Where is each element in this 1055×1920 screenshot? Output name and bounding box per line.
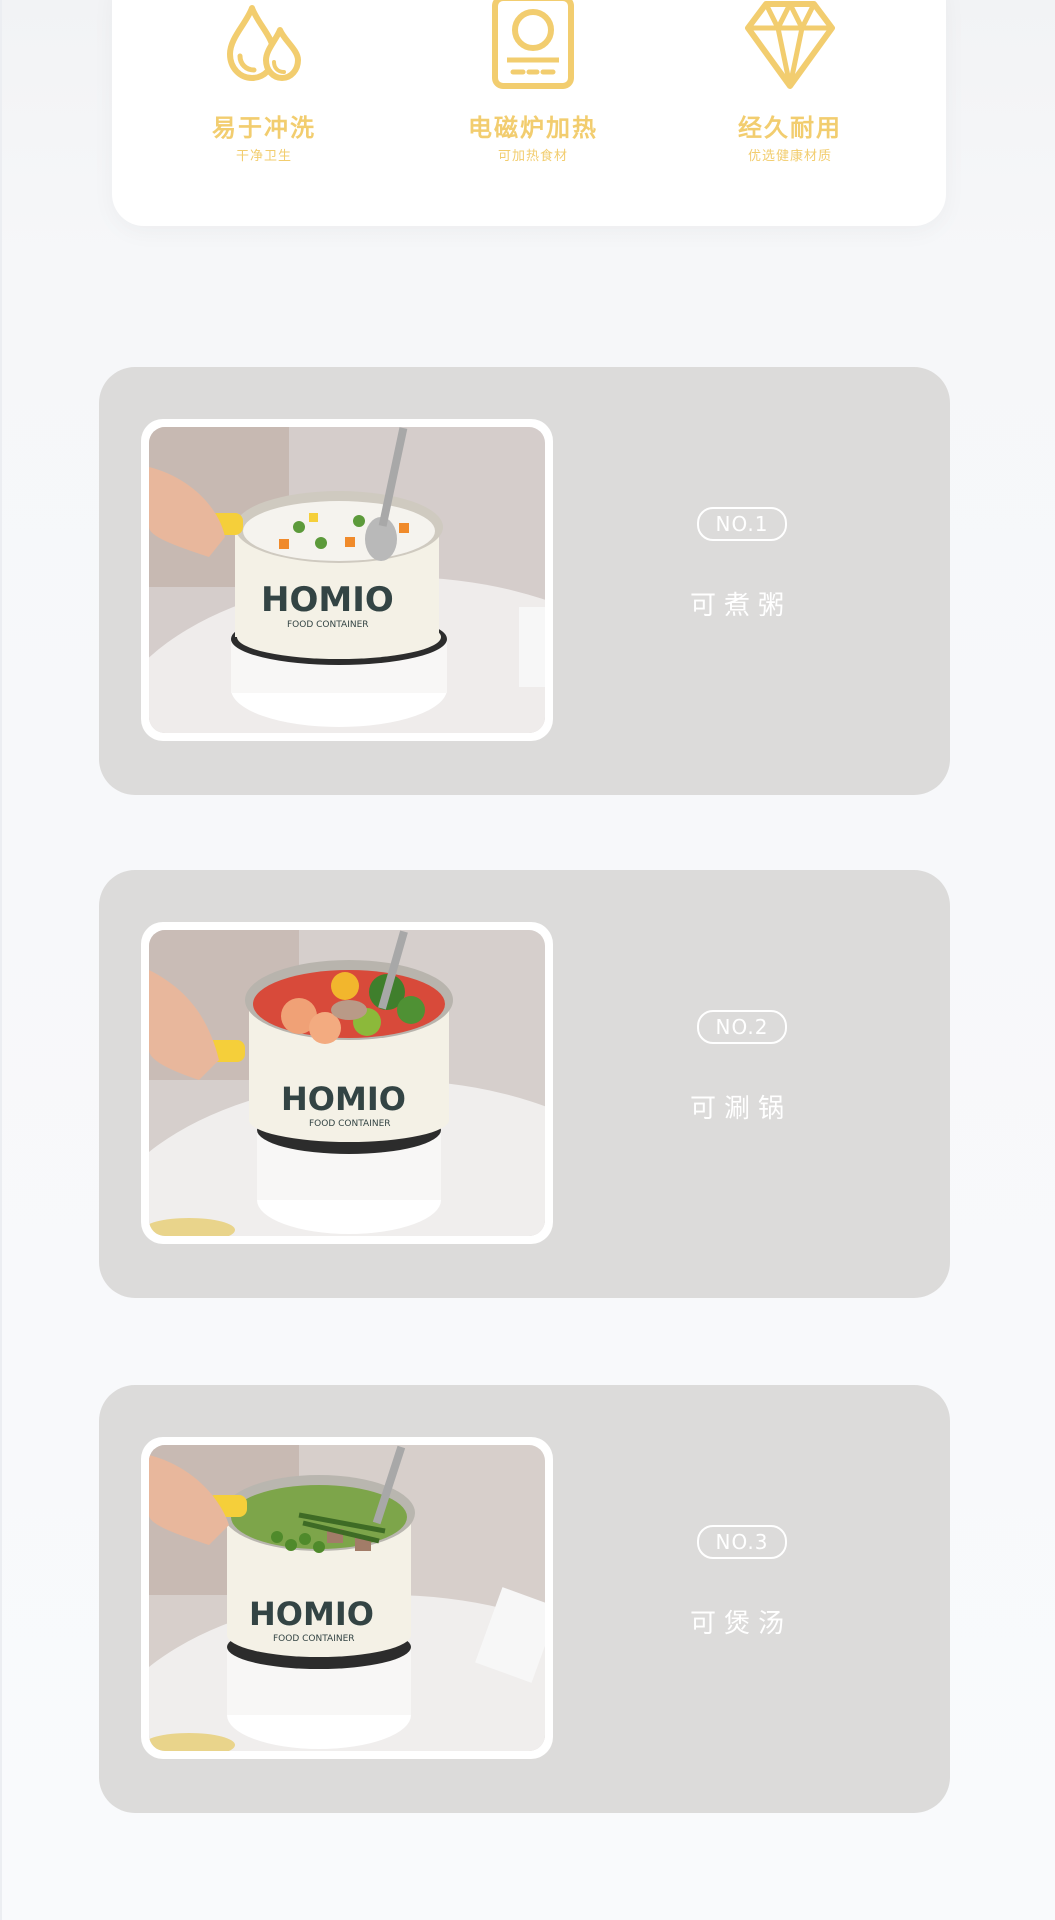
left-edge-divider [0,0,2,1920]
induction-cooker-icon [492,0,574,89]
section-number-badge: NO.1 [697,507,787,541]
section-label: 可煮粥 [689,591,792,621]
page: 易于冲洗 干净卫生 电磁炉加热 可加热食材 经久耐用 优选健康材质 HOMIO … [0,0,1055,1920]
feature-durable: 经久耐用 优选健康材质 [675,0,905,164]
usage-section-porridge: HOMIO FOOD CONTAINER NO.1 可煮粥 [99,367,950,795]
product-photo-soup: HOMIO FOOD CONTAINER [149,1445,545,1751]
feature-card: 易于冲洗 干净卫生 电磁炉加热 可加热食材 经久耐用 优选健康材质 [112,0,946,226]
feature-subtitle: 干净卫生 [235,149,292,164]
section-label: 可涮锅 [689,1094,792,1124]
feature-induction-heating: 电磁炉加热 可加热食材 [418,0,648,164]
usage-section-hotpot: HOMIO FOOD CONTAINER NO.2 可涮锅 [99,870,950,1298]
feature-title: 经久耐用 [738,114,842,142]
brand-logo: HOMIO [249,1595,374,1633]
product-photo-porridge: HOMIO FOOD CONTAINER [149,427,545,733]
section-label: 可煲汤 [689,1609,792,1639]
diamond-icon [745,1,835,89]
section-number-badge: NO.3 [697,1525,787,1559]
water-drops-icon [227,5,301,81]
brand-logo: HOMIO [261,580,394,620]
feature-title: 电磁炉加热 [468,114,598,142]
feature-title: 易于冲洗 [212,114,316,142]
feature-subtitle: 可加热食材 [497,149,568,164]
photo-frame: HOMIO FOOD CONTAINER [141,419,553,741]
feature-subtitle: 优选健康材质 [747,149,832,164]
section-number-badge: NO.2 [697,1010,787,1044]
brand-tagline: FOOD CONTAINER [309,1119,391,1129]
photo-frame: HOMIO FOOD CONTAINER [141,1437,553,1759]
feature-easy-clean: 易于冲洗 干净卫生 [149,0,379,164]
usage-section-soup: HOMIO FOOD CONTAINER NO.3 可煲汤 [99,1385,950,1813]
brand-logo: HOMIO [281,1080,406,1118]
brand-tagline: FOOD CONTAINER [287,620,369,630]
brand-tagline: FOOD CONTAINER [273,1634,355,1644]
product-photo-hotpot: HOMIO FOOD CONTAINER [149,930,545,1236]
photo-frame: HOMIO FOOD CONTAINER [141,922,553,1244]
